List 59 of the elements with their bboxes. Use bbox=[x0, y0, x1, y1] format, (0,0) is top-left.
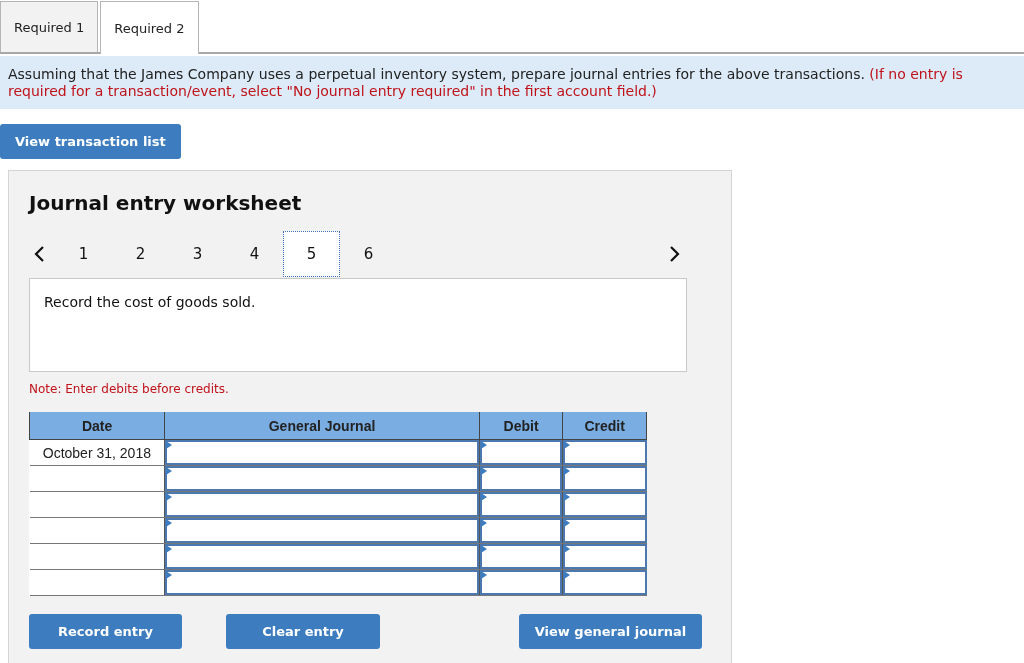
credit-field[interactable] bbox=[563, 570, 647, 595]
triangle-icon bbox=[480, 441, 487, 449]
page-tab[interactable]: 6 bbox=[340, 231, 397, 277]
account-field[interactable] bbox=[165, 492, 479, 517]
view-general-journal-button[interactable]: View general journal bbox=[519, 614, 702, 649]
next-chevron-icon[interactable] bbox=[669, 245, 681, 263]
previous-chevron-icon[interactable] bbox=[33, 245, 45, 263]
triangle-icon bbox=[480, 467, 487, 475]
page-tab[interactable]: 4 bbox=[226, 231, 283, 277]
triangle-icon bbox=[166, 519, 173, 527]
page-tab[interactable]: 1 bbox=[55, 231, 112, 277]
triangle-icon bbox=[564, 493, 571, 501]
debit-field[interactable] bbox=[479, 492, 563, 517]
triangle-icon bbox=[166, 441, 173, 449]
triangle-icon bbox=[480, 571, 487, 579]
debit-field[interactable] bbox=[479, 570, 563, 595]
page-tab[interactable]: 2 bbox=[112, 231, 169, 277]
debit-field[interactable] bbox=[479, 518, 563, 543]
account-field[interactable] bbox=[165, 570, 479, 595]
page-tab[interactable]: 5 bbox=[283, 231, 340, 277]
triangle-icon bbox=[480, 545, 487, 553]
description-text: Record the cost of goods sold. bbox=[29, 278, 687, 372]
column-header: Debit bbox=[479, 412, 563, 440]
column-header: Date bbox=[29, 412, 165, 440]
tab[interactable]: Required 2 bbox=[100, 1, 199, 54]
page-tab[interactable]: 3 bbox=[169, 231, 226, 277]
triangle-icon bbox=[564, 441, 571, 449]
triangle-icon bbox=[166, 467, 173, 475]
triangle-icon bbox=[480, 519, 487, 527]
debit-field[interactable] bbox=[479, 440, 563, 465]
triangle-icon bbox=[564, 467, 571, 475]
note-text: Note: Enter debits before credits. bbox=[29, 382, 230, 396]
account-field[interactable] bbox=[165, 466, 479, 491]
triangle-icon bbox=[166, 493, 173, 501]
credit-field[interactable] bbox=[563, 492, 647, 517]
account-field[interactable] bbox=[165, 440, 479, 465]
account-field[interactable] bbox=[165, 518, 479, 543]
date-text: October 31, 2018 bbox=[42, 444, 151, 461]
clear-entry-button[interactable]: Clear entry bbox=[226, 614, 380, 649]
triangle-icon bbox=[480, 493, 487, 501]
credit-field[interactable] bbox=[563, 544, 647, 569]
credit-field[interactable] bbox=[563, 466, 647, 491]
view-transaction-list-button[interactable]: View transaction list bbox=[0, 124, 181, 159]
credit-field[interactable] bbox=[563, 440, 647, 465]
tab[interactable]: Required 1 bbox=[0, 1, 99, 52]
column-header: General Journal bbox=[164, 412, 480, 440]
triangle-icon bbox=[166, 571, 173, 579]
record-entry-button[interactable]: Record entry bbox=[29, 614, 182, 649]
triangle-icon bbox=[166, 545, 173, 553]
credit-field[interactable] bbox=[563, 518, 647, 543]
worksheet-title: Journal entry worksheet bbox=[29, 191, 303, 215]
debit-field[interactable] bbox=[479, 544, 563, 569]
debit-field[interactable] bbox=[479, 466, 563, 491]
instructions-text: Assuming that the James Company uses a perpetual inventory system, prepare journal entries for the above transactions. (If no entry is required for a transaction/event, select "No journal entry required" in the first account field.) bbox=[0, 56, 1024, 109]
account-field[interactable] bbox=[165, 544, 479, 569]
triangle-icon bbox=[564, 545, 571, 553]
triangle-icon bbox=[564, 571, 571, 579]
column-header: Credit bbox=[562, 412, 647, 440]
triangle-icon bbox=[564, 519, 571, 527]
